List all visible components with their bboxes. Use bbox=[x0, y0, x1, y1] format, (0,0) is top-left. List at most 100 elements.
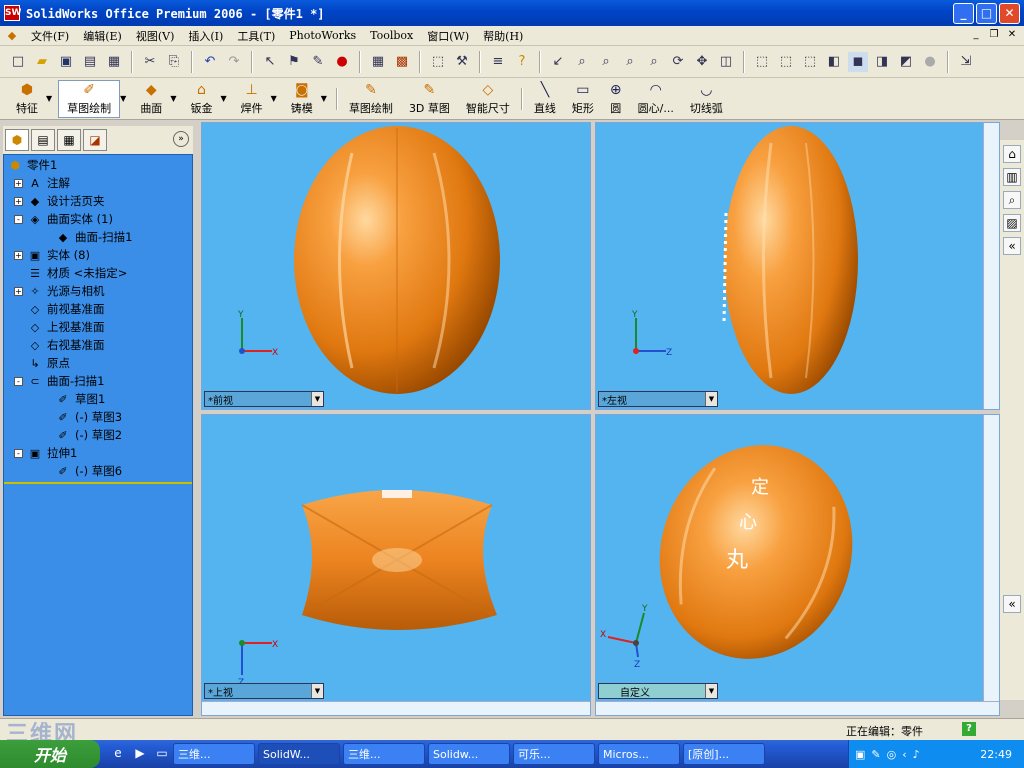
redo-icon[interactable]: ↷ bbox=[224, 52, 244, 72]
expand-icon[interactable]: + bbox=[14, 196, 23, 206]
menu-photoworks[interactable]: PhotoWorks bbox=[282, 29, 363, 42]
menu-tools[interactable]: 工具(T) bbox=[230, 28, 282, 44]
line-button[interactable]: ╲ 直线 bbox=[526, 80, 564, 118]
chevron-down-icon[interactable]: ▼ bbox=[705, 392, 717, 406]
new-icon[interactable]: □ bbox=[8, 52, 28, 72]
chevron-down-icon[interactable]: ▼ bbox=[220, 94, 226, 103]
view-name-dropdown[interactable]: *上视 ▼ bbox=[204, 683, 324, 699]
tools-icon[interactable]: ⚒ bbox=[452, 52, 472, 72]
solidworks-app-icon[interactable]: SW bbox=[4, 5, 21, 21]
zoom-selection-icon[interactable]: ⌕ bbox=[644, 52, 664, 72]
view-name-dropdown[interactable]: *前视 ▼ bbox=[204, 391, 324, 407]
tree-node[interactable]: - ◈ 曲面实体 (1) bbox=[4, 210, 192, 228]
tree-node[interactable]: + ◆ 设计活页夹 bbox=[4, 192, 192, 210]
menu-help[interactable]: 帮助(H) bbox=[476, 28, 530, 44]
section-view-icon[interactable]: ◩ bbox=[896, 52, 916, 72]
taskbar-item[interactable]: SolidW... bbox=[258, 743, 340, 765]
menu-view[interactable]: 视图(V) bbox=[129, 28, 182, 44]
tree-node[interactable]: ✐ (-) 草图2 bbox=[4, 426, 192, 444]
tree-node[interactable]: ✐ 草图1 bbox=[4, 390, 192, 408]
print-icon[interactable]: ▤ bbox=[80, 52, 100, 72]
view-palette-icon[interactable]: ▨ bbox=[1003, 214, 1021, 232]
viewport-scrollbar[interactable] bbox=[983, 415, 999, 715]
collapse-icon[interactable]: « bbox=[1003, 237, 1021, 255]
configuration-manager-tab[interactable]: ▦ bbox=[57, 129, 81, 151]
realview-icon[interactable]: ● bbox=[920, 52, 940, 72]
start-button[interactable]: 开始 bbox=[0, 740, 100, 768]
menu-insert[interactable]: 插入(I) bbox=[181, 28, 230, 44]
tray-network-icon[interactable]: ◎ bbox=[887, 748, 897, 761]
collapse-icon[interactable]: - bbox=[14, 214, 23, 224]
feature-manager-tab[interactable]: ⬢ bbox=[5, 129, 29, 151]
save-icon[interactable]: ▣ bbox=[56, 52, 76, 72]
hidden-lines-removed-icon[interactable]: ⬚ bbox=[800, 52, 820, 72]
wireframe-icon[interactable]: ⬚ bbox=[752, 52, 772, 72]
cm-tab-weldments[interactable]: ⊥ 焊件 bbox=[233, 80, 271, 118]
properties-icon[interactable]: ≡ bbox=[488, 52, 508, 72]
print-preview-icon[interactable]: ▦ bbox=[104, 52, 124, 72]
select-filter-icon[interactable]: ⚑ bbox=[284, 52, 304, 72]
model-body[interactable] bbox=[724, 126, 858, 394]
grid-icon[interactable]: ▩ bbox=[392, 52, 412, 72]
taskbar-item[interactable]: Solidw... bbox=[428, 743, 510, 765]
file-explorer-icon[interactable]: ⌕ bbox=[1003, 191, 1021, 209]
chevron-down-icon[interactable]: ▼ bbox=[271, 94, 277, 103]
cm-tab-sketch[interactable]: ✐ 草图绘制 bbox=[58, 79, 121, 118]
photoworks-tab[interactable]: ◪ bbox=[83, 129, 107, 151]
chevron-down-icon[interactable]: ▼ bbox=[170, 94, 176, 103]
cm-tab-mold-tools[interactable]: ◙ 铸模 bbox=[283, 80, 321, 118]
maximize-button[interactable]: □ bbox=[976, 3, 997, 24]
tree-node[interactable]: - ⊂ 曲面-扫描1 bbox=[4, 372, 192, 390]
expand-panel-button[interactable]: » bbox=[173, 131, 189, 147]
zoom-to-area-icon[interactable]: ⌕ bbox=[596, 52, 616, 72]
taskbar-item[interactable]: Micros... bbox=[598, 743, 680, 765]
document-icon[interactable]: ◆ bbox=[4, 29, 20, 43]
tray-volume-icon[interactable]: ♪ bbox=[913, 748, 920, 761]
previous-view-icon[interactable]: ↙ bbox=[548, 52, 568, 72]
rectangle-button[interactable]: ▭ 矩形 bbox=[564, 80, 602, 118]
tree-node[interactable]: + ▣ 实体 (8) bbox=[4, 246, 192, 264]
help-icon[interactable]: ? bbox=[512, 52, 532, 72]
undo-icon[interactable]: ↶ bbox=[200, 52, 220, 72]
tree-node[interactable]: ◆ 曲面-扫描1 bbox=[4, 228, 192, 246]
tree-node[interactable]: + ✧ 光源与相机 bbox=[4, 282, 192, 300]
tray-app-icon[interactable]: ▣ bbox=[855, 748, 865, 761]
tree-node[interactable]: ◇ 右视基准面 bbox=[4, 336, 192, 354]
rollback-bar[interactable] bbox=[4, 482, 192, 484]
taskbar-item[interactable]: 三维... bbox=[173, 743, 255, 765]
viewport-scrollbar[interactable] bbox=[202, 701, 590, 715]
zoom-in-out-icon[interactable]: ⌕ bbox=[620, 52, 640, 72]
menu-toolbox[interactable]: Toolbox bbox=[363, 29, 420, 42]
tree-node[interactable]: ☰ 材质 <未指定> bbox=[4, 264, 192, 282]
menu-file[interactable]: 文件(F) bbox=[24, 28, 76, 44]
rotate-icon[interactable]: ⟳ bbox=[668, 52, 688, 72]
exit-sketch-icon[interactable]: ⇲ bbox=[956, 52, 976, 72]
3d-sketch-button[interactable]: ✎ 3D 草图 bbox=[401, 80, 458, 118]
collapse-icon[interactable]: - bbox=[14, 376, 23, 386]
tree-node[interactable]: ◇ 上视基准面 bbox=[4, 318, 192, 336]
cm-tab-surfaces[interactable]: ◆ 曲面 bbox=[132, 80, 170, 118]
sketch-button[interactable]: ✎ 草图绘制 bbox=[341, 80, 401, 118]
tray-pen-icon[interactable]: ✎ bbox=[871, 748, 880, 761]
taskbar-item[interactable]: 三维... bbox=[343, 743, 425, 765]
show-desktop-icon[interactable]: ▭ bbox=[154, 746, 170, 762]
tangent-arc-button[interactable]: ◡ 切线弧 bbox=[682, 80, 731, 118]
close-button[interactable]: ✕ bbox=[999, 3, 1020, 24]
cm-tab-sheet-metal[interactable]: ⌂ 钣金 bbox=[182, 80, 220, 118]
model-body[interactable] bbox=[632, 420, 879, 684]
property-manager-tab[interactable]: ▤ bbox=[31, 129, 55, 151]
chevron-down-icon[interactable]: ▼ bbox=[705, 684, 717, 698]
options-icon[interactable]: ▦ bbox=[368, 52, 388, 72]
copy-icon[interactable]: ⎘ bbox=[164, 52, 184, 72]
shaded-icon[interactable]: ◼ bbox=[848, 51, 868, 72]
media-player-icon[interactable]: ▶ bbox=[132, 746, 148, 762]
circle-button[interactable]: ⊕ 圆 bbox=[602, 80, 630, 118]
select-icon[interactable]: ↖ bbox=[260, 52, 280, 72]
menu-window[interactable]: 窗口(W) bbox=[420, 28, 476, 44]
chevron-down-icon[interactable]: ▼ bbox=[311, 684, 323, 698]
hidden-lines-visible-icon[interactable]: ⬚ bbox=[776, 52, 796, 72]
expand-icon[interactable]: + bbox=[14, 286, 23, 296]
centerpoint-arc-button[interactable]: ◠ 圆心/... bbox=[630, 80, 682, 118]
rebuild-icon[interactable]: ● bbox=[332, 52, 352, 72]
standard-views-icon[interactable]: ◫ bbox=[716, 52, 736, 72]
